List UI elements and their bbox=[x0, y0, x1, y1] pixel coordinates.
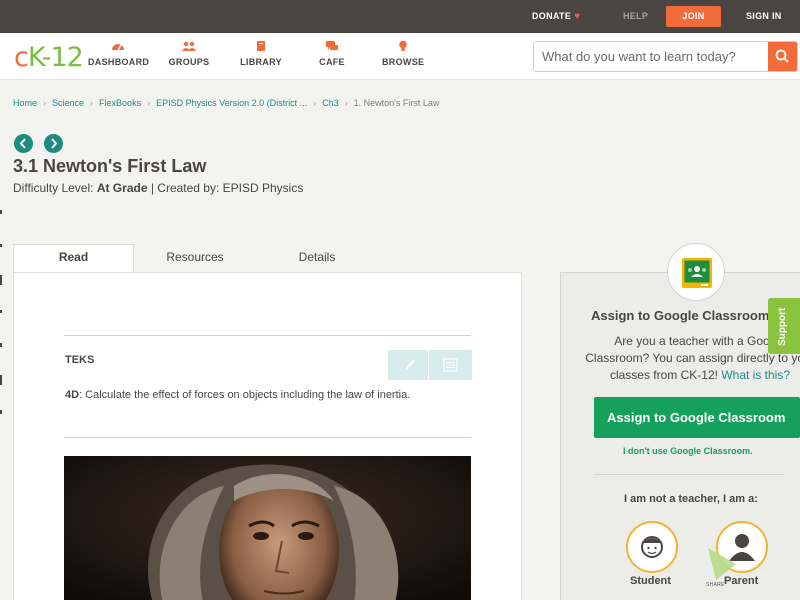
dashboard-icon bbox=[112, 44, 124, 51]
lightbulb-icon bbox=[399, 40, 407, 51]
breadcrumb-science[interactable]: Science bbox=[52, 98, 84, 108]
library-icon bbox=[257, 41, 265, 51]
nav-browse[interactable]: BROWSE bbox=[382, 40, 424, 67]
student-label: Student bbox=[630, 575, 671, 587]
nav-groups[interactable]: GROUPS bbox=[168, 40, 210, 67]
join-button[interactable]: JOIN bbox=[666, 6, 721, 27]
nav-library[interactable]: LIBRARY bbox=[240, 40, 282, 67]
pencil-icon bbox=[405, 359, 415, 371]
difficulty-value: At Grade bbox=[96, 181, 148, 195]
created-by: | Created by: EPISD Physics bbox=[147, 181, 304, 195]
teks-description: : Calculate the effect of forces on obje… bbox=[79, 389, 411, 401]
logo-c: c bbox=[14, 42, 29, 73]
next-lesson-button[interactable] bbox=[44, 134, 63, 153]
notes-icon bbox=[443, 358, 458, 372]
chevron-left-icon bbox=[19, 138, 26, 149]
nav-library-label: LIBRARY bbox=[240, 57, 282, 67]
breadcrumb-chevron-icon: › bbox=[90, 98, 94, 108]
breadcrumb-chevron-icon: › bbox=[313, 98, 317, 108]
search-input[interactable] bbox=[534, 42, 769, 71]
google-classroom-logo bbox=[667, 243, 725, 301]
tab-read[interactable]: Read bbox=[13, 244, 134, 274]
highlight-button[interactable] bbox=[388, 350, 429, 380]
portrait-drawing bbox=[64, 456, 471, 600]
support-tab[interactable]: Support bbox=[768, 298, 800, 354]
student-icon bbox=[641, 536, 663, 558]
divider bbox=[64, 335, 471, 336]
breadcrumb-flexbooks[interactable]: FlexBooks bbox=[99, 98, 141, 108]
not-teacher-label: I am not a teacher, I am a: bbox=[624, 493, 758, 505]
top-bar: DONATE ♥ HELP JOIN SIGN IN bbox=[0, 0, 800, 33]
cafe-chat-icon bbox=[326, 41, 338, 50]
breadcrumb-chapter[interactable]: Ch3 bbox=[322, 98, 339, 108]
difficulty-label: Difficulty Level: bbox=[13, 181, 97, 195]
support-label: Support bbox=[777, 307, 788, 346]
annotation-tools bbox=[388, 350, 472, 380]
main-navigation: cK-12 DASHBOARD GROUPS LIBRARY CAFE BROW… bbox=[0, 33, 800, 80]
newton-portrait-image bbox=[64, 456, 471, 600]
page-title: 3.1 Newton's First Law bbox=[13, 156, 207, 176]
logo-k: K bbox=[27, 42, 43, 73]
google-classroom-icon bbox=[682, 258, 712, 288]
assign-desc-line-1: Are you a teacher with a Google bbox=[614, 334, 786, 348]
chevron-right-icon bbox=[51, 138, 58, 149]
ck12-logo[interactable]: cK-12 bbox=[14, 42, 84, 73]
nav-dashboard[interactable]: DASHBOARD bbox=[88, 40, 150, 67]
logo-12: -12 bbox=[41, 42, 84, 73]
search-icon bbox=[775, 49, 789, 63]
assign-desc-line-2: Classroom? You can assign directly to yo… bbox=[585, 351, 800, 365]
nav-browse-label: BROWSE bbox=[382, 57, 425, 67]
what-is-this-link[interactable]: What is this? bbox=[721, 368, 790, 382]
share-arrow-icon bbox=[708, 548, 736, 580]
assign-desc-line-3: classes from CK-12! bbox=[609, 368, 722, 382]
breadcrumb-home[interactable]: Home bbox=[13, 98, 37, 108]
assign-title: Assign to Google Classroom bbox=[591, 308, 770, 323]
left-edge-toolbar bbox=[0, 200, 3, 430]
student-role-button[interactable] bbox=[626, 521, 678, 573]
nav-groups-label: GROUPS bbox=[168, 57, 210, 67]
groups-icon bbox=[182, 41, 196, 51]
help-link[interactable]: HELP bbox=[623, 0, 648, 33]
previous-lesson-button[interactable] bbox=[14, 134, 33, 153]
breadcrumb-current: 1. Newton's First Law bbox=[353, 98, 440, 108]
donate-link[interactable]: DONATE ♥ bbox=[532, 0, 580, 33]
assign-description: Are you a teacher with a Google Classroo… bbox=[575, 333, 800, 384]
teks-heading: TEKS bbox=[65, 354, 95, 366]
search-button[interactable] bbox=[768, 42, 797, 71]
nav-dashboard-label: DASHBOARD bbox=[88, 57, 150, 67]
nav-cafe-label: CAFE bbox=[319, 57, 345, 67]
breadcrumb: Home › Science › FlexBooks › EPISD Physics Ver… bbox=[13, 98, 439, 108]
divider bbox=[64, 437, 471, 438]
teks-code: 4D bbox=[65, 389, 80, 401]
teks-standard: 4D: Calculate the effect of forces on ob… bbox=[65, 389, 410, 401]
nav-cafe[interactable]: CAFE bbox=[318, 40, 346, 67]
breadcrumb-chevron-icon: › bbox=[147, 98, 151, 108]
breadcrumb-chevron-icon: › bbox=[344, 98, 348, 108]
heart-icon: ♥ bbox=[574, 11, 581, 22]
lesson-meta: Difficulty Level: At Grade | Created by:… bbox=[13, 181, 303, 195]
breadcrumb-book[interactable]: EPISD Physics Version 2.0 (District ... bbox=[156, 98, 307, 108]
donate-label: DONATE bbox=[532, 11, 572, 21]
sign-in-link[interactable]: SIGN IN bbox=[746, 0, 782, 33]
share-label: SHARE bbox=[706, 582, 725, 588]
lesson-content: TEKS 4D: Calculate the effect of forces … bbox=[13, 272, 522, 600]
card-divider bbox=[594, 474, 784, 475]
tab-resources[interactable]: Resources bbox=[135, 245, 255, 273]
dont-use-google-classroom-link[interactable]: I don't use Google Classroom. bbox=[623, 446, 753, 456]
search-box bbox=[533, 41, 798, 72]
breadcrumb-chevron-icon: › bbox=[43, 98, 47, 108]
notes-button[interactable] bbox=[430, 350, 471, 380]
assign-to-google-classroom-button[interactable]: Assign to Google Classroom bbox=[594, 397, 800, 438]
tab-details[interactable]: Details bbox=[257, 245, 377, 273]
